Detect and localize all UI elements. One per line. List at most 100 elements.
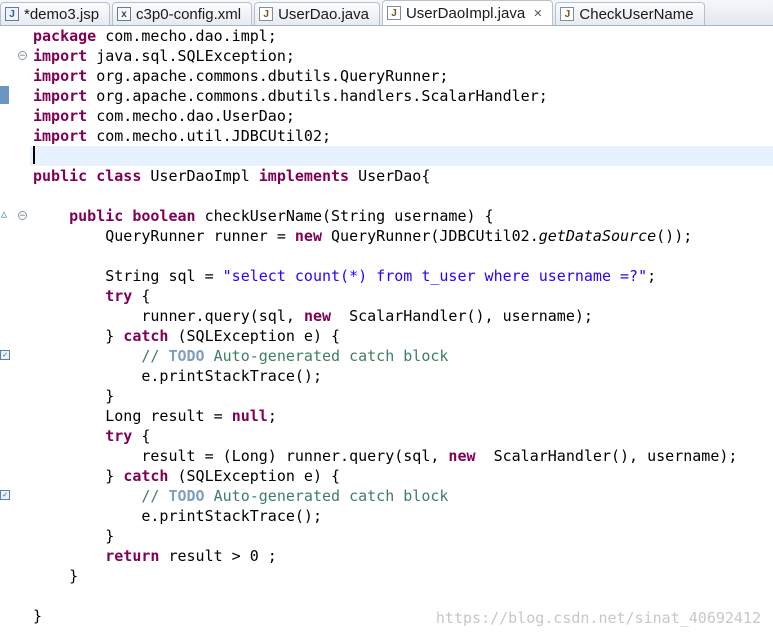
tab-userdao-java[interactable]: J UserDao.java [254, 2, 380, 25]
code-token: ; [647, 267, 657, 285]
editor-gutter: − △ − ✓ ✓ [0, 26, 30, 639]
xml-file-icon: x [117, 7, 132, 21]
task-marker-icon[interactable]: ✓ [0, 350, 10, 360]
code-token: ; [267, 407, 277, 425]
code-line: public boolean checkUserName(String user… [33, 206, 773, 226]
close-icon[interactable]: ✕ [533, 7, 542, 20]
tab-label: UserDao.java [278, 5, 369, 23]
code-line: runner.query(sql, new ScalarHandler(), u… [33, 306, 773, 326]
code-token: { [132, 287, 151, 305]
code-line: // TODO Auto-generated catch block [33, 486, 773, 506]
code-token: } [105, 467, 124, 485]
code-token: null [231, 407, 268, 425]
tab-label: UserDaoImpl.java [405, 4, 526, 22]
code-token: "select count(*) from t_user where usern… [222, 267, 648, 285]
code-token: } [69, 567, 79, 585]
code-token: org.apache.commons.dbutils.handlers.Scal… [87, 87, 548, 105]
code-token: runner.query(sql, [141, 307, 304, 325]
code-line: try { [33, 426, 773, 446]
java-file-icon: J [259, 7, 274, 21]
code-token: result > 0 ; [159, 547, 277, 565]
code-token: public [33, 167, 88, 185]
code-token: catch [123, 327, 169, 345]
code-token: Long result = [105, 407, 232, 425]
tab-userdaoimpl-java[interactable]: J UserDaoImpl.java ✕ [381, 0, 554, 25]
tab-checkusername[interactable]: J CheckUserName [555, 2, 705, 25]
code-line: return result > 0 ; [33, 546, 773, 566]
code-line: package com.mecho.dao.impl; [33, 26, 773, 46]
code-line: // TODO Auto-generated catch block [33, 346, 773, 366]
code-token: e.printStackTrace(); [141, 507, 322, 525]
code-line: import com.mecho.util.JDBCUtil02; [33, 126, 773, 146]
code-token: import [33, 127, 88, 145]
code-editor[interactable]: − △ − ✓ ✓ package com.mecho.dao.impl; im… [0, 26, 773, 639]
current-line [30, 146, 773, 166]
fold-collapse-icon[interactable]: − [18, 211, 27, 221]
code-token: class [96, 167, 142, 185]
code-token: String sql = [105, 267, 223, 285]
code-token: new [294, 227, 322, 245]
code-line: import org.apache.commons.dbutils.QueryR… [33, 66, 773, 86]
code-token: com.mecho.dao.UserDao; [87, 107, 295, 125]
code-token: package [33, 27, 97, 45]
java-file-icon: J [560, 7, 575, 21]
code-token: (SQLException e) { [168, 327, 341, 345]
code-line: Long result = null; [33, 406, 773, 426]
code-token: QueryRunner runner = [105, 227, 295, 245]
jsp-file-icon: J [5, 7, 19, 21]
code-token: import [33, 87, 88, 105]
code-token: implements [258, 167, 350, 185]
code-line: } catch (SQLException e) { [33, 466, 773, 486]
code-token: import [33, 107, 88, 125]
code-line: } [33, 566, 773, 586]
code-token: Auto-generated catch block [204, 487, 449, 505]
code-token: return [105, 547, 160, 565]
code-token: try [105, 287, 133, 305]
code-line: result = (Long) runner.query(sql, new Sc… [33, 446, 773, 466]
code-token: UserDao{ [349, 167, 431, 185]
code-token: UserDaoImpl [141, 167, 259, 185]
code-token: TODO [168, 347, 205, 365]
code-token: com.mecho.util.JDBCUtil02; [87, 127, 332, 145]
code-token: } [33, 607, 43, 625]
code-line: } [33, 386, 773, 406]
code-token: { [132, 427, 151, 445]
code-token: catch [123, 467, 169, 485]
code-line: e.printStackTrace(); [33, 506, 773, 526]
tab-c3p0-config-xml[interactable]: x c3p0-config.xml [112, 2, 253, 25]
task-marker-icon[interactable]: ✓ [0, 490, 10, 500]
code-token: TODO [168, 487, 205, 505]
code-line: } [33, 526, 773, 546]
code-token: checkUserName(String username) { [195, 207, 494, 225]
source-code[interactable]: package com.mecho.dao.impl; import java.… [30, 26, 773, 626]
code-line: import com.mecho.dao.UserDao; [33, 106, 773, 126]
code-line: } catch (SQLException e) { [33, 326, 773, 346]
code-token: getDataSource [538, 227, 657, 245]
java-file-icon: J [386, 6, 401, 20]
code-line: String sql = "select count(*) from t_use… [33, 266, 773, 286]
fold-collapse-icon[interactable]: − [18, 51, 27, 61]
change-marker [0, 86, 9, 104]
tab-label: c3p0-config.xml [136, 5, 242, 23]
text-caret [33, 146, 35, 164]
tab-label: CheckUserName [579, 5, 694, 23]
code-token: e.printStackTrace(); [141, 367, 322, 385]
code-token: new [448, 447, 476, 465]
watermark: https://blog.csdn.net/sinat_40692412 [435, 609, 761, 627]
tab-demo3-jsp[interactable]: J *demo3.jsp [0, 2, 111, 25]
code-token: // [141, 487, 169, 505]
code-token: com.mecho.dao.impl; [96, 27, 277, 45]
code-token: ScalarHandler(), username); [331, 307, 593, 325]
tab-label: *demo3.jsp [24, 5, 100, 23]
code-token: import [33, 47, 88, 65]
override-indicator-icon: △ [1, 209, 8, 220]
code-token: // [141, 347, 169, 365]
code-line: QueryRunner runner = new QueryRunner(JDB… [33, 226, 773, 246]
code-token: result = (Long) runner.query(sql, [141, 447, 449, 465]
code-token: ()); [656, 227, 693, 245]
code-token: new [303, 307, 332, 325]
code-token: public [69, 207, 124, 225]
editor-tab-bar: J *demo3.jsp x c3p0-config.xml J UserDao… [0, 0, 773, 26]
